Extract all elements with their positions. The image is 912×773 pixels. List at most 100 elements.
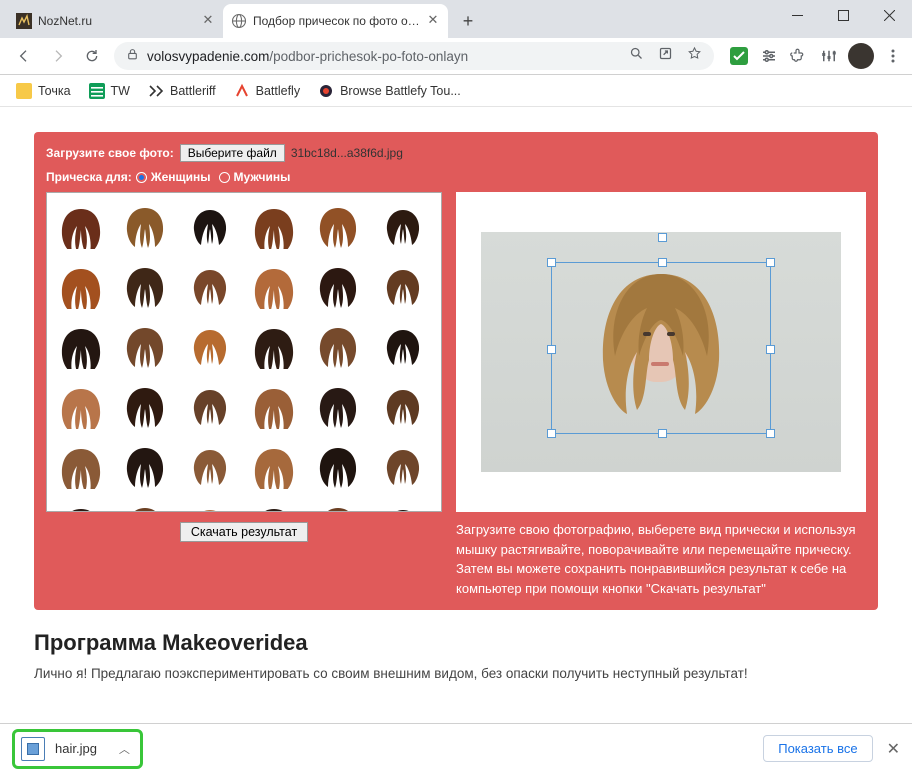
bookmark-item[interactable]: Battlefly xyxy=(226,79,308,103)
show-all-button[interactable]: Показать все xyxy=(763,735,872,762)
hairstyle-option[interactable] xyxy=(117,199,173,255)
browser-titlebar: NozNet.ru ✕ Подбор причесок по фото онла… xyxy=(0,0,912,38)
close-shelf-icon[interactable]: ✕ xyxy=(887,739,900,759)
upload-row: Загрузите свое фото: Выберите файл 31bc1… xyxy=(46,144,866,162)
site-icon xyxy=(16,13,32,29)
hairstyle-option[interactable] xyxy=(310,379,366,435)
hairstyle-option[interactable] xyxy=(246,439,302,495)
profile-avatar[interactable] xyxy=(848,43,874,69)
upload-label: Загрузите свое фото: xyxy=(46,146,174,160)
hairstyle-option[interactable] xyxy=(53,379,109,435)
forward-button[interactable] xyxy=(42,42,74,70)
hairstyle-option[interactable] xyxy=(246,499,302,512)
share-icon[interactable] xyxy=(658,46,673,66)
bookmark-icon xyxy=(148,83,164,99)
hairstyle-option[interactable] xyxy=(182,259,238,315)
menu-icon[interactable] xyxy=(882,45,904,67)
selection-outer[interactable] xyxy=(551,262,771,434)
bookmark-item[interactable]: Точка xyxy=(8,79,79,103)
hairstyle-gallery[interactable] xyxy=(46,192,442,512)
hairstyle-option[interactable] xyxy=(375,259,431,315)
hairstyle-option[interactable] xyxy=(246,319,302,375)
hairstyle-option[interactable] xyxy=(375,199,431,255)
hairstyle-option[interactable] xyxy=(182,199,238,255)
cut-off-text: Лично я! Предлагаю поэкспериментировать … xyxy=(34,666,878,681)
bookmarks-bar: Точка TW Battleriff Battlefly Browse Bat… xyxy=(0,75,912,107)
hairstyle-option[interactable] xyxy=(375,439,431,495)
tab-title: Подбор причесок по фото онла xyxy=(253,14,420,28)
globe-icon xyxy=(231,13,247,29)
search-icon[interactable] xyxy=(629,46,644,66)
hairstyle-option[interactable] xyxy=(310,319,366,375)
hairstyle-option[interactable] xyxy=(310,259,366,315)
window-controls xyxy=(774,0,912,30)
radio-women[interactable] xyxy=(136,172,147,183)
download-item[interactable]: hair.jpg ︿ xyxy=(12,729,143,769)
hairstyle-option[interactable] xyxy=(117,379,173,435)
ext-settings-icon[interactable] xyxy=(758,45,780,67)
download-result-button[interactable]: Скачать результат xyxy=(180,522,308,542)
ext-check-icon[interactable] xyxy=(728,45,750,67)
radio-men[interactable] xyxy=(219,172,230,183)
hairstyle-option[interactable] xyxy=(182,439,238,495)
hairstyle-option[interactable] xyxy=(310,439,366,495)
chevron-up-icon[interactable]: ︿ xyxy=(119,741,130,757)
maximize-button[interactable] xyxy=(820,0,866,30)
choose-file-button[interactable]: Выберите файл xyxy=(180,144,285,162)
bookmark-icon xyxy=(89,83,105,99)
close-icon[interactable]: ✕ xyxy=(201,14,215,28)
hairstyle-option[interactable] xyxy=(246,199,302,255)
lock-icon xyxy=(126,48,139,64)
hairstyle-option[interactable] xyxy=(375,319,431,375)
minimize-button[interactable] xyxy=(774,0,820,30)
ext-puzzle-icon[interactable] xyxy=(788,45,810,67)
hairstyle-option[interactable] xyxy=(310,499,366,512)
close-icon[interactable]: ✕ xyxy=(426,14,440,28)
hairstyle-option[interactable] xyxy=(182,499,238,512)
photo-preview xyxy=(456,192,866,512)
back-button[interactable] xyxy=(8,42,40,70)
hairstyle-option[interactable] xyxy=(53,439,109,495)
close-button[interactable] xyxy=(866,0,912,30)
reload-button[interactable] xyxy=(76,42,108,70)
download-shelf: hair.jpg ︿ Показать все ✕ xyxy=(0,723,912,773)
new-tab-button[interactable]: + xyxy=(454,7,482,35)
browser-toolbar: volosvypadenie.com/podbor-prichesok-po-f… xyxy=(0,38,912,75)
instructions-text: Загрузите свою фотографию, выберете вид … xyxy=(456,520,866,598)
address-bar[interactable]: volosvypadenie.com/podbor-prichesok-po-f… xyxy=(114,42,714,70)
hairstyle-option[interactable] xyxy=(53,199,109,255)
selected-filename: 31bc18d...a38f6d.jpg xyxy=(291,146,403,160)
tab-title: NozNet.ru xyxy=(38,14,195,28)
star-icon[interactable] xyxy=(687,46,702,66)
hairstyle-option[interactable] xyxy=(117,319,173,375)
gender-label: Прическа для: xyxy=(46,170,132,184)
bookmark-item[interactable]: Browse Battlefy Tou... xyxy=(310,79,469,103)
browser-tab[interactable]: NozNet.ru ✕ xyxy=(8,4,223,38)
hairstyle-option[interactable] xyxy=(53,319,109,375)
bookmark-icon xyxy=(234,83,250,99)
hairstyle-option[interactable] xyxy=(375,499,431,512)
file-icon xyxy=(21,737,45,761)
hairstyle-option[interactable] xyxy=(182,379,238,435)
ext-dashboard-icon[interactable] xyxy=(818,45,840,67)
rotate-handle[interactable] xyxy=(658,233,667,242)
extensions-area xyxy=(720,43,904,69)
bookmark-item[interactable]: TW xyxy=(81,79,138,103)
hairstyle-option[interactable] xyxy=(117,499,173,512)
hairstyle-option[interactable] xyxy=(117,259,173,315)
hairstyle-option[interactable] xyxy=(310,199,366,255)
hairstyle-widget: Загрузите свое фото: Выберите файл 31bc1… xyxy=(34,132,878,610)
hairstyle-option[interactable] xyxy=(246,259,302,315)
bookmark-icon xyxy=(318,83,334,99)
hairstyle-option[interactable] xyxy=(375,379,431,435)
hairstyle-option[interactable] xyxy=(182,319,238,375)
bookmark-item[interactable]: Battleriff xyxy=(140,79,224,103)
hairstyle-option[interactable] xyxy=(117,439,173,495)
browser-tab[interactable]: Подбор причесок по фото онла ✕ xyxy=(223,4,448,38)
hairstyle-option[interactable] xyxy=(246,379,302,435)
page-content: Загрузите свое фото: Выберите файл 31bc1… xyxy=(0,107,912,723)
photo-canvas[interactable] xyxy=(481,232,841,472)
gender-row: Прическа для: Женщины Мужчины xyxy=(46,170,866,184)
hairstyle-option[interactable] xyxy=(53,259,109,315)
hairstyle-option[interactable] xyxy=(53,499,109,512)
